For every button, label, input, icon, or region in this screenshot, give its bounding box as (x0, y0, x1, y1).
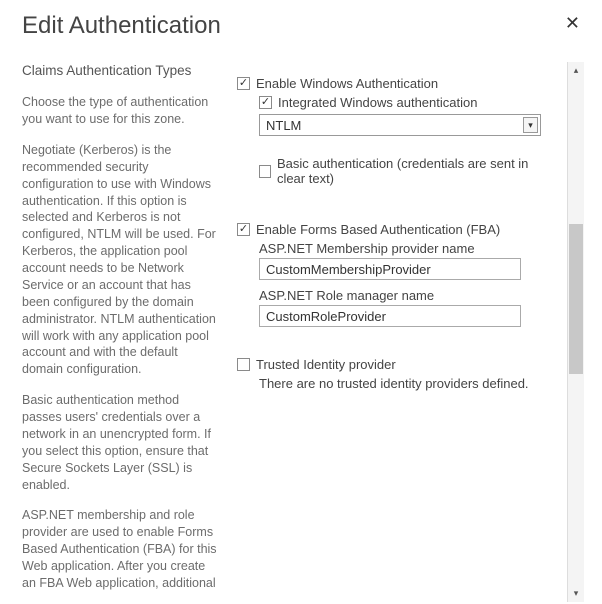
help-text: ASP.NET membership and role provider are… (22, 507, 219, 591)
role-manager-input[interactable]: CustomRoleProvider (259, 305, 521, 327)
role-manager-label: ASP.NET Role manager name (259, 288, 559, 303)
integrated-windows-label: Integrated Windows authentication (278, 95, 477, 110)
chevron-down-icon[interactable]: ▾ (523, 117, 538, 133)
windows-auth-type-value: NTLM (266, 118, 301, 133)
form-panel-wrap: Enable Windows Authentication Integrated… (237, 62, 584, 602)
enable-fba-row[interactable]: Enable Forms Based Authentication (FBA) (237, 222, 559, 237)
scrollbar-thumb[interactable] (569, 224, 583, 374)
enable-fba-label: Enable Forms Based Authentication (FBA) (256, 222, 500, 237)
trusted-identity-message: There are no trusted identity providers … (259, 376, 559, 391)
trusted-identity-row[interactable]: Trusted Identity provider (237, 357, 559, 372)
trusted-identity-label: Trusted Identity provider (256, 357, 396, 372)
help-section-title: Claims Authentication Types (22, 62, 219, 80)
membership-provider-label: ASP.NET Membership provider name (259, 241, 559, 256)
enable-fba-checkbox[interactable] (237, 223, 250, 236)
dialog-header: Edit Authentication ✕ (22, 12, 584, 40)
trusted-identity-checkbox[interactable] (237, 358, 250, 371)
basic-auth-label: Basic authentication (credentials are se… (277, 156, 559, 186)
help-text: Choose the type of authentication you wa… (22, 94, 219, 128)
vertical-scrollbar[interactable]: ▴ ▾ (567, 62, 584, 602)
help-text: Negotiate (Kerberos) is the recommended … (22, 142, 219, 378)
role-manager-value: CustomRoleProvider (266, 309, 386, 324)
enable-windows-auth-checkbox[interactable] (237, 77, 250, 90)
integrated-windows-row[interactable]: Integrated Windows authentication (259, 95, 559, 110)
basic-auth-checkbox[interactable] (259, 165, 271, 178)
membership-provider-input[interactable]: CustomMembershipProvider (259, 258, 521, 280)
integrated-windows-checkbox[interactable] (259, 96, 272, 109)
form-panel: Enable Windows Authentication Integrated… (237, 62, 567, 602)
scroll-down-icon[interactable]: ▾ (568, 585, 584, 602)
help-text: Basic authentication method passes users… (22, 392, 219, 493)
windows-auth-type-select[interactable]: NTLM ▾ (259, 114, 541, 136)
dialog-body: Claims Authentication Types Choose the t… (22, 62, 584, 602)
dialog-title: Edit Authentication (22, 12, 221, 40)
close-icon[interactable]: ✕ (561, 12, 584, 34)
basic-auth-row[interactable]: Basic authentication (credentials are se… (259, 156, 559, 186)
enable-windows-auth-row[interactable]: Enable Windows Authentication (237, 76, 559, 91)
membership-provider-value: CustomMembershipProvider (266, 262, 431, 277)
enable-windows-auth-label: Enable Windows Authentication (256, 76, 438, 91)
help-panel: Claims Authentication Types Choose the t… (22, 62, 237, 602)
scrollbar-track[interactable] (568, 79, 584, 585)
edit-authentication-dialog: Edit Authentication ✕ Claims Authenticat… (0, 0, 602, 604)
scroll-up-icon[interactable]: ▴ (568, 62, 584, 79)
